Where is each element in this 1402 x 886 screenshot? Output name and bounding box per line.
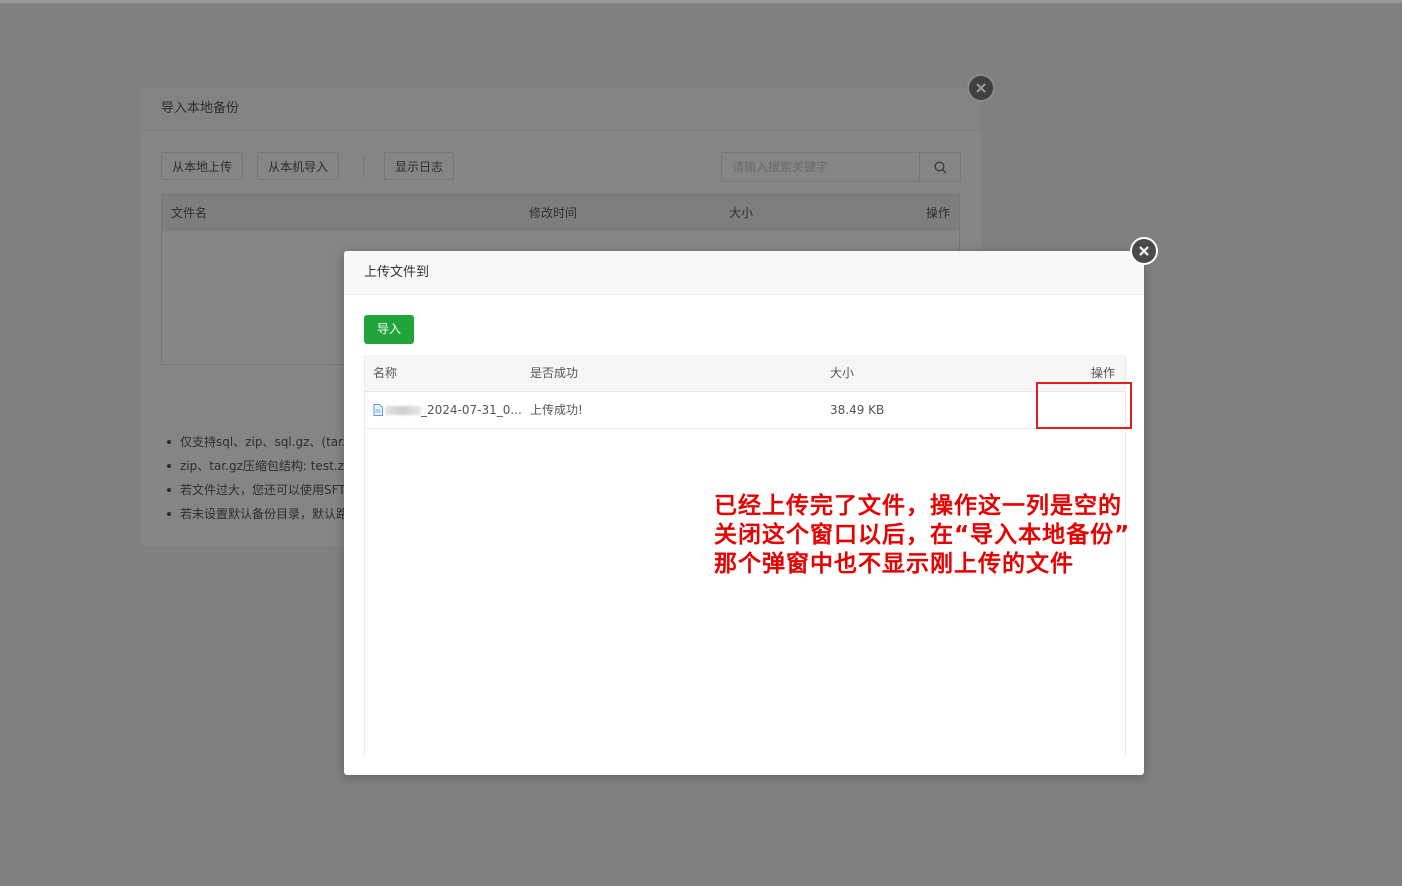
note-item: 若文件过大，您还可以使用SFT [165,478,353,502]
table-header: 名称 是否成功 大小 操作 [365,355,1125,392]
col-action: 操作 [925,206,950,220]
annotation-text: 已经上传完了文件，操作这一列是空的 关闭这个窗口以后，在“导入本地备份” 那个弹… [714,492,1130,579]
close-icon [976,83,986,93]
show-log-button[interactable]: 显示日志 [384,152,455,180]
upload-local-button[interactable]: 从本地上传 [161,152,244,180]
note-item: 仅支持sql、zip、sql.gz、(tar.g [165,430,353,454]
close-icon [1139,246,1149,256]
search-icon [934,161,946,173]
annotation-line: 那个弹窗中也不显示刚上传的文件 [714,551,1074,577]
annotation-highlight-box [1036,382,1132,429]
close-upload-dialog-button[interactable] [1130,237,1158,265]
file-size-cell: 38.49 KB [830,403,885,417]
annotation-line: 已经上传完了文件，操作这一列是空的 [714,493,1122,519]
close-back-dialog-button[interactable] [967,74,995,102]
upload-status-cell: 上传成功! [530,403,583,417]
file-name-text: _2024-07-31_0... [421,403,522,417]
col-filename: 文件名 [171,206,208,220]
import-button[interactable]: 导入 [364,315,414,344]
col-modified-time: 修改时间 [529,206,578,220]
col-size: 大小 [729,206,754,220]
col-name: 名称 [373,366,398,380]
toolbar-separator [363,156,364,178]
notes-list: 仅支持sql、zip、sql.gz、(tar.g zip、tar.gz压缩包结构… [165,430,353,526]
file-icon [373,403,383,416]
col-success: 是否成功 [530,366,579,380]
dialog-title: 导入本地备份 [141,88,981,131]
note-item: 若未设置默认备份目录，默认路 [165,502,353,526]
search-input[interactable]: 请输入搜索关键字 [722,153,919,181]
table-row: _2024-07-31_0... 上传成功! 38.49 KB [365,392,1125,429]
search-button[interactable] [919,153,960,181]
redacted-filename [385,406,421,415]
top-strip [0,0,1402,3]
col-size: 大小 [830,366,855,380]
annotation-line: 关闭这个窗口以后，在“导入本地备份” [714,522,1131,548]
search-box: 请输入搜索关键字 [721,152,961,182]
note-item: zip、tar.gz压缩包结构: test.zi [165,454,353,478]
import-from-machine-button[interactable]: 从本机导入 [257,152,340,180]
table-header: 文件名 修改时间 大小 操作 [162,195,959,231]
dialog-title: 上传文件到 [344,251,1144,295]
file-name-cell: _2024-07-31_0... [373,392,522,428]
